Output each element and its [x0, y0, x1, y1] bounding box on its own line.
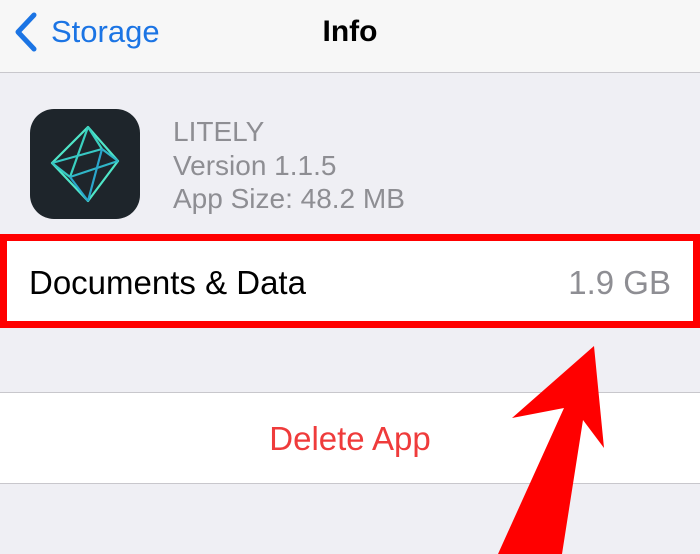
documents-data-row: Documents & Data 1.9 GB: [0, 234, 700, 328]
app-name: LITELY: [173, 116, 265, 147]
octahedron-edge: [87, 126, 103, 150]
octahedron-edge: [51, 162, 71, 178]
delete-app-label: Delete App: [269, 420, 431, 457]
page-title: Info: [322, 15, 378, 48]
navigation-bar: Storage Info: [0, 0, 700, 73]
litely-app-icon: [50, 125, 120, 203]
app-version: Version 1.1.5: [173, 150, 337, 181]
documents-data-value: 1.9 GB: [568, 264, 671, 301]
delete-app-button[interactable]: Delete App: [0, 392, 700, 484]
documents-data-label: Documents & Data: [29, 264, 306, 301]
app-size: App Size: 48.2 MB: [173, 183, 405, 214]
octahedron-edge: [69, 176, 89, 202]
app-info-section: LITELY Version 1.1.5 App Size: 48.2 MB: [0, 73, 700, 233]
octahedron-logo: [50, 125, 120, 203]
app-icon: [30, 109, 140, 219]
